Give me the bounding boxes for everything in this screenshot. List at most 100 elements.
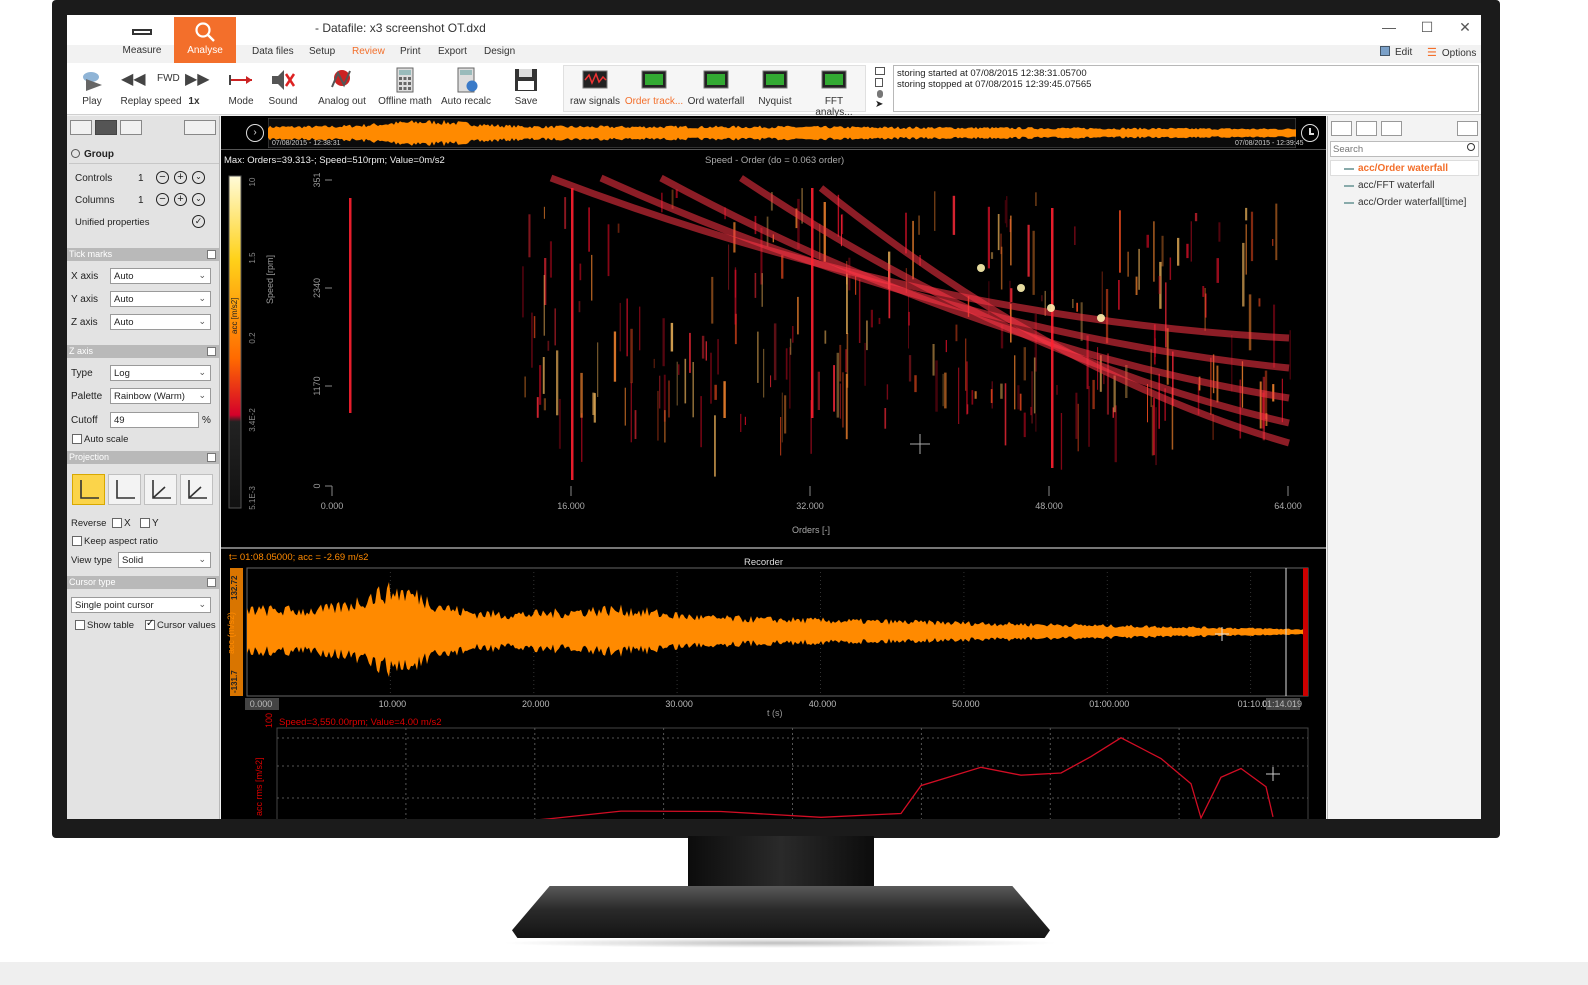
x-tick-label: 0.000 <box>321 501 344 511</box>
order-waterfall-chart[interactable]: 0.000 16.000 32.000 48.000 64.000 351 2340 1170… <box>221 168 1326 546</box>
projection-header[interactable]: Projection <box>67 451 219 464</box>
columns-decrease-icon[interactable]: − <box>156 193 169 206</box>
layout-view-icon[interactable] <box>70 120 92 135</box>
menu-design[interactable]: Design <box>484 46 515 57</box>
projection-xy-icon[interactable] <box>72 474 105 505</box>
recorder-chart[interactable]: 0.000 10.000 20.000 30.000 40.000 50.000 01:00… <box>221 566 1326 716</box>
log-note-icon[interactable] <box>875 78 883 87</box>
overview-end: 07/08/2015 - 12:39:45 <box>1235 140 1304 147</box>
collapse-icon[interactable] <box>207 347 216 356</box>
waterfall-streak <box>542 357 545 394</box>
waterfall-streak <box>728 244 730 290</box>
select-view-icon[interactable] <box>1381 121 1402 136</box>
waterfall-streak <box>1010 288 1013 302</box>
rewind-icon[interactable]: ◀◀ <box>121 69 146 89</box>
projection-yz-icon[interactable] <box>144 474 177 505</box>
mode-button[interactable]: Mode <box>226 67 256 107</box>
reverse-x-checkbox[interactable] <box>112 518 122 528</box>
options-button[interactable]: ☰ Options <box>1427 46 1476 59</box>
save-button[interactable]: Save <box>511 67 541 107</box>
maximize-icon[interactable]: ☐ <box>1415 19 1439 36</box>
crosshair-cursor[interactable] <box>910 434 930 454</box>
collapse-icon[interactable] <box>207 453 216 462</box>
cursor-type-header[interactable]: Cursor type <box>67 576 219 589</box>
cursor-values-checkbox[interactable] <box>145 618 155 630</box>
collapse-icon[interactable] <box>207 578 216 587</box>
tree-view-icon[interactable] <box>1331 121 1352 136</box>
cursor-arrow-icon[interactable]: ➤ <box>875 100 887 110</box>
waterfall-streak <box>1006 196 1008 228</box>
tick-marks-header[interactable]: Tick marks <box>67 248 219 261</box>
search-input[interactable] <box>1331 142 1459 156</box>
sound-button[interactable]: Sound <box>268 67 298 107</box>
title-text: Datafile: x3 screenshot OT.dxd <box>322 21 486 35</box>
projection-3d-icon[interactable] <box>180 474 213 505</box>
view-nyquist[interactable]: Nyquist <box>754 67 796 107</box>
clock-icon[interactable] <box>1301 124 1319 142</box>
collapse-icon[interactable] <box>207 250 216 259</box>
waterfall-streak <box>817 371 820 410</box>
edit-button[interactable]: Edit <box>1380 46 1412 58</box>
overview-waveform[interactable] <box>268 118 1296 148</box>
chart-view-icon[interactable] <box>95 120 117 135</box>
menu-setup[interactable]: Setup <box>309 46 335 57</box>
cutoff-unit: % <box>202 415 211 426</box>
columns-dropdown-icon[interactable]: ⌄ <box>192 193 205 206</box>
waterfall-streak <box>607 224 610 277</box>
y-axis-select[interactable]: Auto ⌄ <box>110 291 211 307</box>
view-ord-waterfall[interactable]: Ord waterfall <box>686 67 746 107</box>
offline-math-button[interactable]: Offline math <box>377 67 433 107</box>
log-list-icon[interactable] <box>875 67 885 75</box>
projection-xz-icon[interactable] <box>108 474 141 505</box>
panel-layout-icon[interactable] <box>1457 121 1478 136</box>
show-table-checkbox[interactable] <box>75 620 85 630</box>
columns-increase-icon[interactable]: + <box>174 193 187 206</box>
image-view-icon[interactable] <box>120 120 142 135</box>
play-button[interactable]: Play <box>80 67 104 107</box>
z-axis-select[interactable]: Auto ⌄ <box>110 314 211 330</box>
keep-aspect-checkbox[interactable] <box>72 536 82 546</box>
fast-forward-icon[interactable]: ▶▶ <box>185 69 210 89</box>
reverse-x-label: X <box>124 518 131 529</box>
minimize-icon[interactable]: — <box>1377 19 1401 35</box>
microphone-icon[interactable] <box>877 90 883 98</box>
tree-item-order-waterfall[interactable]: acc/Order waterfall <box>1344 163 1448 174</box>
auto-recalc-button[interactable]: Auto recalc <box>439 67 493 107</box>
unified-properties-check-icon[interactable]: ✓ <box>192 215 205 228</box>
tree-item-fft-waterfall[interactable]: acc/FFT waterfall <box>1344 180 1435 191</box>
waterfall-title: Speed - Order (do = 0.063 order) <box>705 155 845 166</box>
tree-item-order-waterfall-time[interactable]: acc/Order waterfall[time] <box>1344 197 1466 208</box>
palette-select[interactable]: Rainbow (Warm) ⌄ <box>110 388 211 404</box>
cursor-type-select[interactable]: Single point cursor ⌄ <box>71 597 211 613</box>
controls-decrease-icon[interactable]: − <box>156 171 169 184</box>
view-raw-signals[interactable]: raw signals <box>567 67 623 107</box>
reverse-y-checkbox[interactable] <box>140 518 150 528</box>
controls-dropdown-icon[interactable]: ⌄ <box>192 171 205 184</box>
chevron-right-icon[interactable]: › <box>246 124 264 142</box>
floor <box>0 962 1588 985</box>
y-tick-label: 1170 <box>312 376 322 395</box>
order-track-chart[interactable] <box>221 726 1326 819</box>
device-settings-icon[interactable] <box>184 120 216 135</box>
tab-measure[interactable]: Measure <box>111 17 173 63</box>
close-icon[interactable]: ✕ <box>1453 19 1477 36</box>
analog-out-button[interactable]: Analog out <box>317 67 367 107</box>
cutoff-input[interactable]: 49 <box>110 412 199 428</box>
view-type-select[interactable]: Solid ⌄ <box>118 552 211 568</box>
controls-increase-icon[interactable]: + <box>174 171 187 184</box>
menu-print[interactable]: Print <box>400 46 421 57</box>
search-box[interactable] <box>1330 141 1479 157</box>
auto-scale-checkbox[interactable] <box>72 434 82 444</box>
replay-speed-control[interactable]: ◀◀ FWD ▶▶ Replay speed 1x <box>115 69 209 107</box>
bottom-plot-ytick: 100 <box>264 712 274 728</box>
menu-data-files[interactable]: Data files <box>252 46 294 57</box>
list-view-icon[interactable] <box>1356 121 1377 136</box>
z-axis-header[interactable]: Z axis <box>67 345 219 358</box>
type-select[interactable]: Log ⌄ <box>110 365 211 381</box>
menu-export[interactable]: Export <box>438 46 467 57</box>
menu-review[interactable]: Review <box>352 46 385 57</box>
view-order-track[interactable]: Order track... <box>624 67 684 107</box>
x-axis-select[interactable]: Auto ⌄ <box>110 268 211 284</box>
view-fft-analysis[interactable]: FFT analys... <box>805 67 863 118</box>
tab-analyse[interactable]: Analyse <box>174 17 236 63</box>
